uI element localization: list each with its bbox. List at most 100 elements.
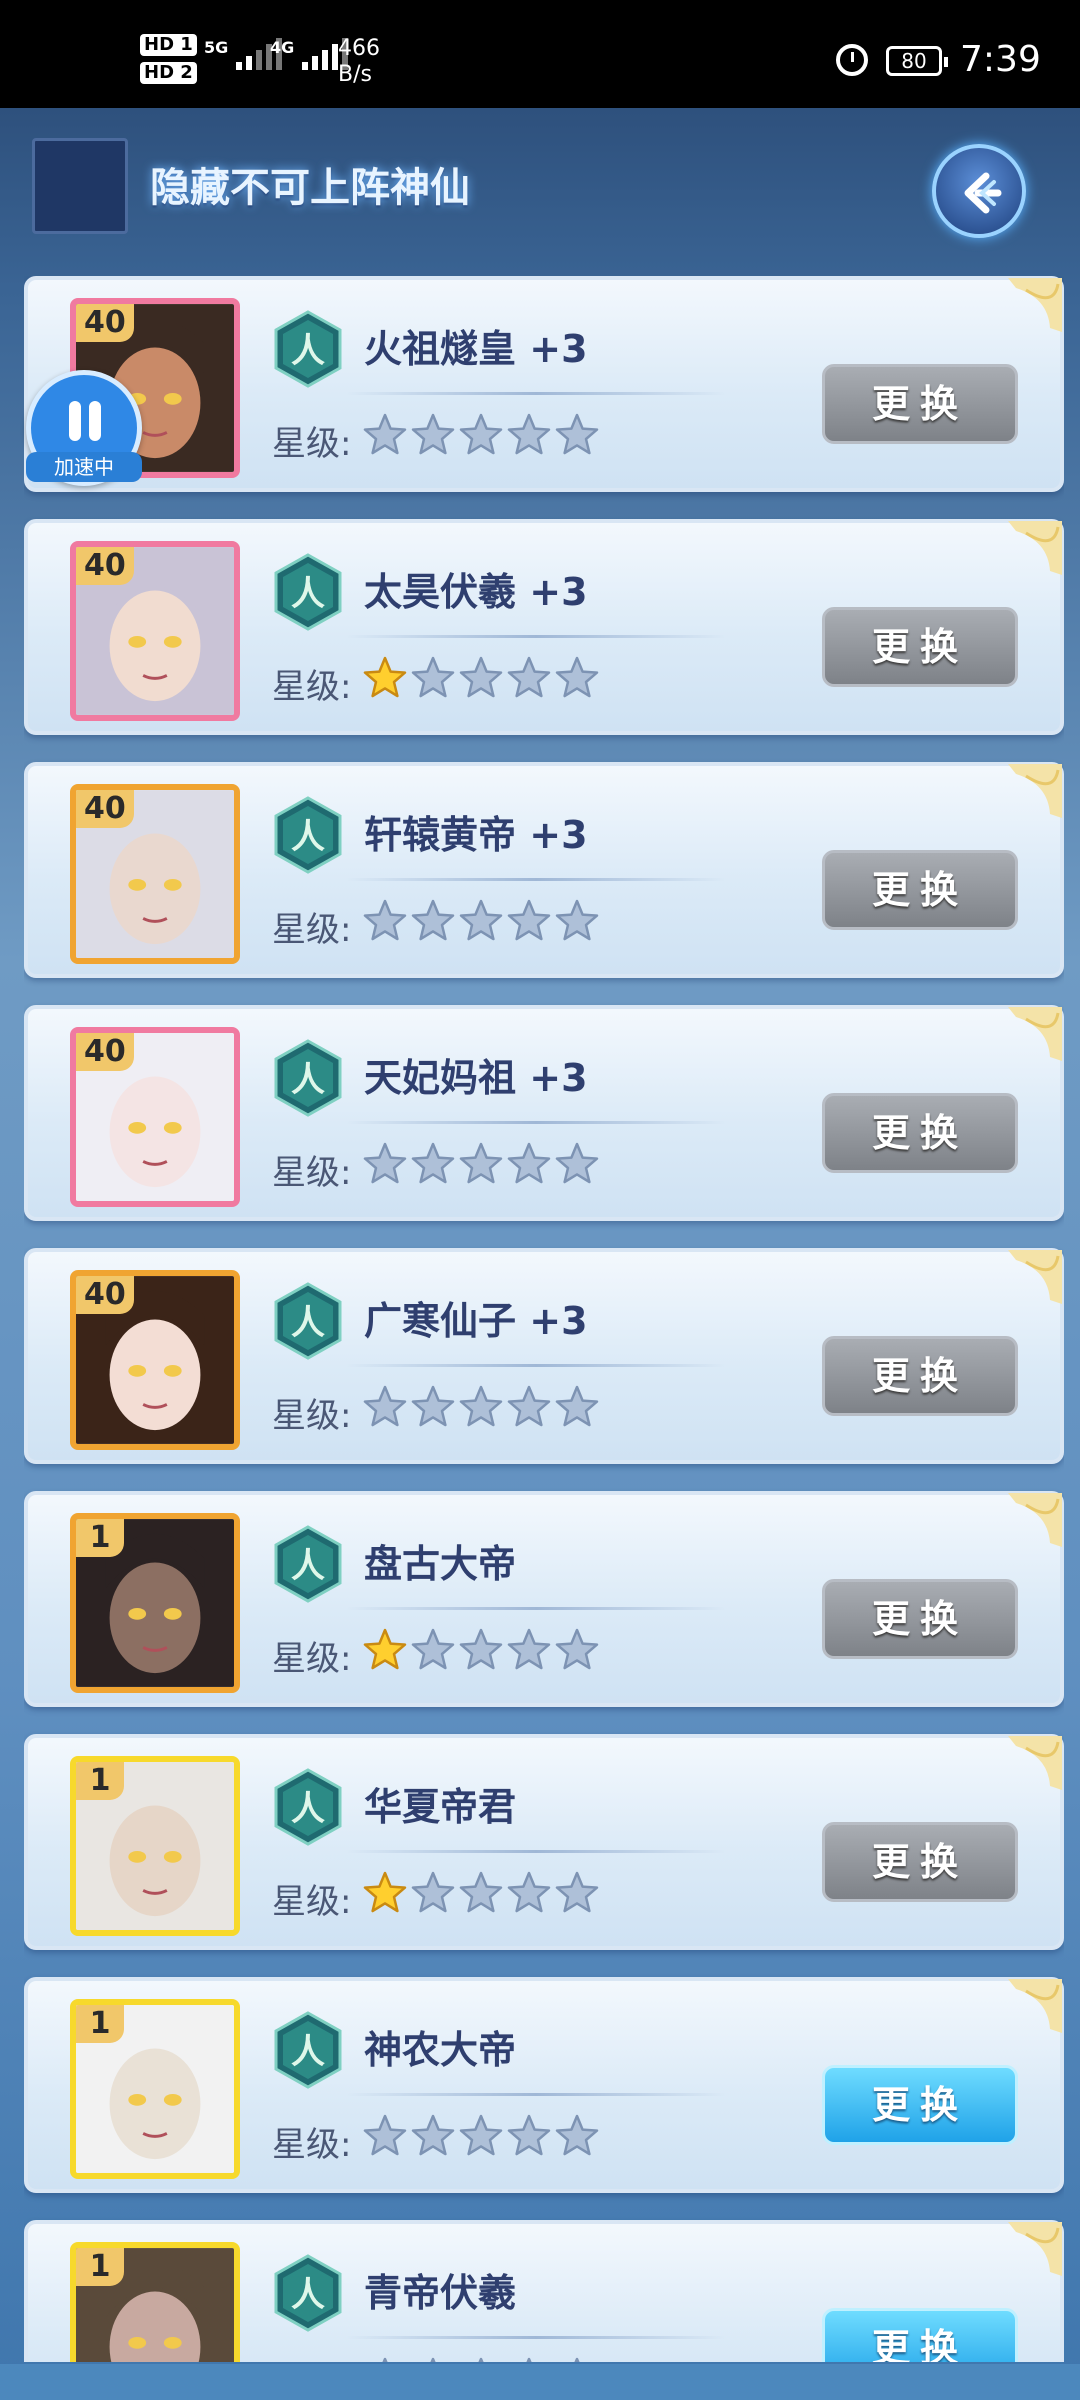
star-empty-icon [526,2357,532,2362]
star-rating [362,655,600,701]
hero-card[interactable]: 40 人 天妃妈祖 +3 星级: 更换 [24,1005,1064,1221]
hero-portrait[interactable]: 40 [70,541,240,721]
hero-portrait[interactable]: 40 [70,784,240,964]
star-empty-icon [459,2114,503,2156]
hero-card[interactable]: 40 人 轩辕黄帝 +3 星级: 更换 [24,762,1064,978]
star-empty-icon [507,899,551,941]
emblem-glyph: 人 [291,1060,325,1100]
star-rating [362,1141,600,1187]
star-empty-icon [555,899,599,941]
star-filled-icon [363,656,407,698]
star-rating [362,1870,600,1916]
back-arrow-icon [964,172,1002,214]
battery-icon: 80 [886,46,948,76]
hero-level-badge: 1 [76,1519,124,1557]
hero-card[interactable]: 1 人 华夏帝君 星级: 更换 [24,1734,1064,1950]
swap-button[interactable]: 更换 [822,2065,1018,2145]
divider [346,1607,726,1610]
star-level-label: 星级: [272,910,352,950]
hero-portrait[interactable]: 1 [70,1513,240,1693]
star-empty-icon [555,1385,599,1427]
hero-name: 盘古大帝 [364,1542,517,1586]
star-empty-icon [507,1385,551,1427]
star-empty-icon [507,1871,551,1913]
human-race-emblem-icon: 人 [274,1525,342,1603]
star-empty-icon [459,413,503,455]
star-empty-icon [507,2114,551,2156]
hero-card[interactable]: 40 人 太昊伏羲 +3 星级: 更换 [24,519,1064,735]
star-empty-icon [459,656,503,698]
hero-card[interactable]: 40 人 火祖燧皇 +3 星级: 更换 [24,276,1064,492]
human-race-emblem-icon: 人 [274,796,342,874]
swap-button[interactable]: 更换 [822,850,1018,930]
star-empty-icon [555,1628,599,1670]
corner-ornament-icon [1008,1250,1062,1304]
emblem-glyph: 人 [291,1546,325,1586]
corner-ornament-icon [1008,1979,1062,2033]
star-empty-icon [507,1628,551,1670]
corner-ornament-icon [1008,1007,1062,1061]
hero-level-badge: 40 [76,547,134,585]
swap-button[interactable]: 更换 [822,1822,1018,1902]
star-rating [362,1627,600,1673]
hero-portrait[interactable]: 1 [70,1756,240,1936]
star-empty-icon [507,656,551,698]
hero-card[interactable]: 1 人 青帝伏羲 星级: 更换 [24,2220,1064,2362]
star-empty-icon [459,1628,503,1670]
alarm-icon [836,44,868,76]
signal-4g-icon: 4G [270,38,349,70]
hd2-badge: HD 2 [140,62,197,84]
hd1-badge: HD 1 [140,34,197,56]
hero-level-badge: 40 [76,790,134,828]
hero-portrait[interactable]: 40 [70,1027,240,1207]
net1-label: 5G [204,38,229,57]
divider [346,1121,726,1124]
swap-button[interactable]: 更换 [822,364,1018,444]
star-level-label: 星级: [272,1153,352,1193]
emblem-glyph: 人 [291,2275,325,2315]
hero-name: 天妃妈祖 +3 [364,1056,588,1100]
swap-button[interactable]: 更换 [822,1093,1018,1173]
star-empty-icon [411,1628,455,1670]
hero-portrait[interactable]: 40 [70,1270,240,1450]
human-race-emblem-icon: 人 [274,2254,342,2332]
star-empty-icon [555,656,599,698]
hero-card[interactable]: 1 人 神农大帝 星级: 更换 [24,1977,1064,2193]
hero-card[interactable]: 40 人 广寒仙子 +3 星级: 更换 [24,1248,1064,1464]
swap-button[interactable]: 更换 [822,607,1018,687]
emblem-glyph: 人 [291,2032,325,2072]
divider [346,878,726,881]
star-empty-icon [459,1142,503,1184]
hero-portrait[interactable]: 1 [70,1999,240,2179]
corner-ornament-icon [1008,764,1062,818]
hero-card[interactable]: 1 人 盘古大帝 星级: 更换 [24,1491,1064,1707]
star-level-label: 星级: [272,1396,352,1436]
hero-name: 广寒仙子 +3 [364,1299,588,1343]
star-empty-icon [478,2357,484,2362]
star-rating [362,412,600,458]
swap-button[interactable]: 更换 [822,1336,1018,1416]
star-empty-icon [363,899,407,941]
emblem-glyph: 人 [291,1789,325,1829]
star-empty-icon [411,1142,455,1184]
hero-name: 太昊伏羲 +3 [364,570,588,614]
swap-button[interactable]: 更换 [822,2308,1018,2362]
page-title: 隐藏不可上阵神仙 [150,165,470,211]
hero-name: 火祖燧皇 +3 [364,327,588,371]
star-empty-icon [507,1142,551,1184]
swap-button[interactable]: 更换 [822,1579,1018,1659]
star-empty-icon [459,1385,503,1427]
divider [346,635,726,638]
emblem-glyph: 人 [291,574,325,614]
network-speed: 466 B/s [338,36,380,88]
select-all-checkbox[interactable] [32,138,128,234]
hero-list[interactable]: 40 人 火祖燧皇 +3 星级: 更换 40 人 太昊伏羲 +3 星级: 更换 … [24,276,1064,2362]
human-race-emblem-icon: 人 [274,1768,342,1846]
star-empty-icon [411,656,455,698]
hero-portrait[interactable]: 1 [70,2242,240,2362]
star-empty-icon [430,2357,436,2362]
emblem-glyph: 人 [291,817,325,857]
star-empty-icon [555,413,599,455]
back-button[interactable] [932,144,1026,238]
star-empty-icon [382,2357,388,2362]
